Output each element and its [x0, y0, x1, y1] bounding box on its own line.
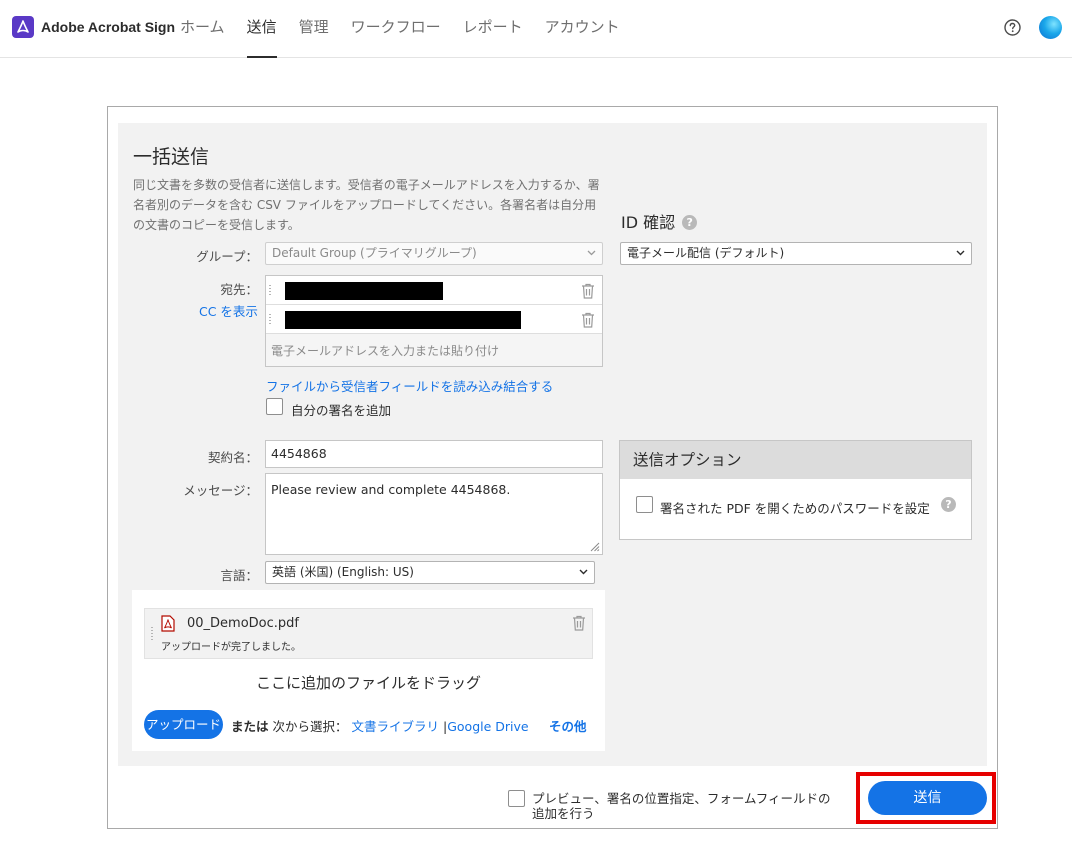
nav-tab-account[interactable]: アカウント [545, 0, 620, 58]
user-avatar[interactable] [1039, 16, 1062, 39]
more-sources-link[interactable]: その他 [549, 716, 587, 735]
id-verification-select-value: 電子メール配信 (デフォルト) [627, 246, 785, 260]
language-select-value: 英語 (米国) (English: US) [272, 565, 414, 579]
brand[interactable]: Adobe Acrobat Sign [12, 16, 175, 38]
password-option-checkbox[interactable] [636, 496, 653, 513]
import-recipients-link[interactable]: ファイルから受信者フィールドを読み込み結合する [266, 376, 553, 395]
drag-files-hint: ここに追加のファイルをドラッグ [255, 674, 481, 692]
message-text: Please review and complete 4454868. [271, 482, 511, 497]
id-verification-title: ID 確認 ? [621, 209, 698, 233]
trash-icon[interactable] [581, 283, 595, 299]
group-label: グループ： [196, 249, 258, 264]
recipients-list: 電子メールアドレスを入力または貼り付け [265, 275, 603, 367]
send-options-panel: 送信オプション 署名された PDF を開くためのパスワードを設定 ? [619, 440, 972, 540]
upload-status: アップロードが完了しました。 [161, 642, 301, 653]
top-nav: Adobe Acrobat Sign ホーム 送信 管理 ワークフロー レポート… [0, 0, 1072, 58]
id-verification-title-text: ID 確認 [621, 213, 676, 232]
help-icon[interactable]: ? [682, 215, 698, 230]
send-options-title: 送信オプション [620, 441, 971, 479]
document-library-link[interactable]: 文書ライブラリ [352, 719, 440, 734]
choose-source-row: または 次から選択： 文書ライブラリ |Google Drive [231, 716, 529, 735]
add-my-signature-checkbox[interactable] [266, 398, 283, 415]
help-icon[interactable]: ? [941, 497, 956, 512]
nav-tab-reports[interactable]: レポート [463, 0, 523, 58]
chevron-down-icon [956, 250, 965, 256]
trash-icon[interactable] [581, 312, 595, 328]
recipient-row[interactable] [266, 305, 602, 334]
main-nav-tabs: ホーム 送信 管理 ワークフロー レポート アカウント [180, 0, 642, 58]
id-verification-select[interactable]: 電子メール配信 (デフォルト) [620, 242, 972, 265]
group-select-value: Default Group (プライマリグループ) [272, 246, 477, 260]
chevron-down-icon [579, 569, 588, 575]
recipient-email-input[interactable]: 電子メールアドレスを入力または貼り付け [271, 342, 499, 359]
preview-option-label: プレビュー、署名の位置指定、フォームフィールドの追加を行う [532, 791, 831, 821]
language-select[interactable]: 英語 (米国) (English: US) [265, 561, 595, 584]
nav-tab-home[interactable]: ホーム [180, 0, 225, 58]
preview-option-checkbox[interactable] [508, 790, 525, 807]
drag-handle-icon[interactable] [269, 285, 271, 296]
intro-text: 同じ文書を多数の受信者に送信します。受信者の電子メールアドレスを入力するか、署名… [133, 178, 600, 232]
recipients-label: 宛先： [220, 282, 258, 297]
redacted-email [285, 282, 443, 300]
nav-tab-workflow[interactable]: ワークフロー [351, 0, 441, 58]
password-option-label: 署名された PDF を開くためのパスワードを設定 [660, 501, 930, 516]
message-textarea[interactable]: Please review and complete 4454868. [265, 473, 603, 555]
message-label: メッセージ： [183, 483, 258, 498]
choose-from-text: 次から選択： [272, 719, 348, 734]
trash-icon[interactable] [572, 615, 586, 631]
drag-handle-icon[interactable] [151, 627, 153, 642]
recipient-row[interactable] [266, 276, 602, 305]
pdf-file-icon [161, 615, 175, 632]
uploaded-file-card: 00_DemoDoc.pdf アップロードが完了しました。 [144, 608, 593, 659]
group-select[interactable]: Default Group (プライマリグループ) [265, 242, 603, 265]
agreement-name-input[interactable]: 4454868 [265, 440, 603, 468]
show-cc-link[interactable]: CC を表示 [199, 301, 258, 320]
google-drive-link[interactable]: Google Drive [447, 719, 528, 734]
drag-handle-icon[interactable] [269, 314, 271, 325]
file-upload-area[interactable]: 00_DemoDoc.pdf アップロードが完了しました。 ここに追加のファイル… [132, 590, 605, 751]
question-circle-icon[interactable] [1004, 19, 1021, 36]
upload-button[interactable]: アップロード [144, 710, 223, 739]
page-title: 一括送信 [133, 146, 210, 168]
send-button[interactable]: 送信 [868, 781, 987, 815]
chevron-down-icon [587, 250, 596, 256]
or-text: または [231, 719, 269, 734]
nav-tab-send[interactable]: 送信 [246, 0, 277, 58]
nav-tab-manage[interactable]: 管理 [299, 0, 329, 58]
resize-handle-icon[interactable] [589, 541, 600, 552]
file-name: 00_DemoDoc.pdf [187, 616, 299, 631]
redacted-email [285, 311, 521, 329]
app-name: Adobe Acrobat Sign [41, 19, 176, 35]
agreement-name-label: 契約名： [207, 450, 258, 465]
add-my-signature-label: 自分の署名を追加 [291, 403, 392, 418]
language-label: 言語： [220, 568, 258, 583]
acrobat-logo-icon [12, 16, 34, 38]
